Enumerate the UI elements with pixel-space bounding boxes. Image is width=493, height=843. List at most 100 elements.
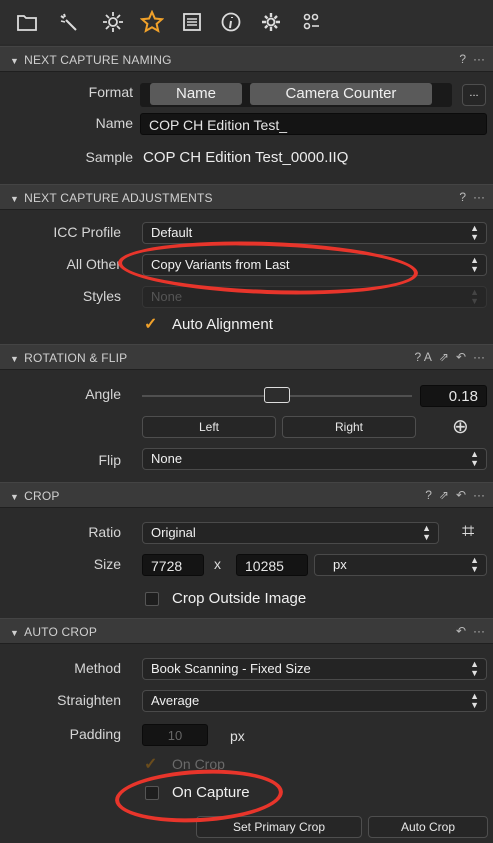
auto-crop-header[interactable]: ▼ AUTO CROP ↶ ··· bbox=[0, 618, 493, 644]
rotate-left-button[interactable]: Left bbox=[142, 416, 276, 438]
more-icon[interactable]: ··· bbox=[473, 190, 485, 204]
section-title: ROTATION & FLIP bbox=[24, 351, 128, 365]
size-label: Size bbox=[93, 556, 121, 572]
crop-height-field[interactable]: 10285 bbox=[236, 554, 308, 576]
styles-label: Styles bbox=[82, 288, 121, 304]
icc-profile-value: Default bbox=[151, 225, 193, 240]
angle-value-field[interactable]: 0.18 bbox=[420, 385, 487, 407]
collapse-triangle-icon[interactable]: ▼ bbox=[10, 354, 19, 364]
sample-label: Sample bbox=[85, 149, 133, 165]
angle-label: Angle bbox=[85, 386, 121, 402]
info-icon[interactable] bbox=[218, 9, 244, 35]
ratio-label: Ratio bbox=[88, 524, 121, 540]
format-token-field[interactable]: Name Camera Counter bbox=[140, 83, 452, 107]
updown-arrows-icon: ▲ ▼ bbox=[470, 287, 479, 306]
on-crop-checkmark-icon[interactable]: ✓ bbox=[144, 754, 157, 774]
flip-select[interactable]: None ▲ ▼ bbox=[142, 448, 487, 470]
help-icon[interactable]: ? bbox=[459, 190, 466, 204]
padding-label: Padding bbox=[69, 726, 121, 742]
next-capture-naming-header[interactable]: ▼ NEXT CAPTURE NAMING ? ··· bbox=[0, 46, 493, 72]
rotate-right-button[interactable]: Right bbox=[282, 416, 416, 438]
format-label: Format bbox=[88, 84, 133, 100]
section-title: NEXT CAPTURE NAMING bbox=[24, 53, 172, 67]
icc-profile-label: ICC Profile bbox=[53, 224, 121, 240]
styles-value: None bbox=[151, 289, 183, 304]
on-capture-checkbox[interactable] bbox=[145, 786, 159, 800]
times-sign: x bbox=[214, 556, 221, 572]
ratio-select[interactable]: Original ▲ ▼ bbox=[142, 522, 439, 544]
next-capture-adjustments-header[interactable]: ▼ NEXT CAPTURE ADJUSTMENTS ? ··· bbox=[0, 184, 493, 210]
updown-arrows-icon: ▲ ▼ bbox=[470, 449, 479, 468]
rotation-flip-header[interactable]: ▼ ROTATION & FLIP ? A ⇗ ↶ ··· bbox=[0, 344, 493, 370]
format-token-name[interactable]: Name bbox=[150, 83, 242, 105]
help-icon[interactable]: ? bbox=[425, 488, 432, 502]
set-primary-crop-button[interactable]: Set Primary Crop bbox=[196, 816, 362, 838]
flip-label: Flip bbox=[98, 452, 121, 468]
list-icon[interactable] bbox=[179, 9, 205, 35]
straighten-label: Straighten bbox=[57, 692, 121, 708]
crop-outside-checkbox[interactable] bbox=[145, 592, 159, 606]
updown-arrows-icon: ▲ ▼ bbox=[470, 255, 479, 274]
straighten-select[interactable]: Average ▲ ▼ bbox=[142, 690, 487, 712]
format-token-camera-counter[interactable]: Camera Counter bbox=[250, 83, 432, 105]
crop-width-field[interactable]: 7728 bbox=[142, 554, 204, 576]
copy-icon[interactable]: ⇗ bbox=[439, 350, 449, 364]
method-value: Book Scanning - Fixed Size bbox=[151, 661, 311, 676]
angle-slider-thumb[interactable] bbox=[264, 387, 290, 403]
updown-arrows-icon: ▲ ▼ bbox=[470, 223, 479, 242]
collapse-triangle-icon[interactable]: ▼ bbox=[10, 56, 19, 66]
auto-crop-button[interactable]: Auto Crop bbox=[368, 816, 488, 838]
ratio-value: Original bbox=[151, 525, 196, 540]
collapse-triangle-icon[interactable]: ▼ bbox=[10, 492, 19, 502]
padding-unit: px bbox=[230, 728, 245, 744]
styles-select: None ▲ ▼ bbox=[142, 286, 487, 308]
section-title: NEXT CAPTURE ADJUSTMENTS bbox=[24, 191, 213, 205]
method-label: Method bbox=[74, 660, 121, 676]
name-label: Name bbox=[95, 115, 133, 131]
crop-unit-select[interactable]: px ▲ ▼ bbox=[314, 554, 487, 576]
crop-panel: Ratio Original ▲ ▼ ⌗ Size 7728 x 10285 px ▲… bbox=[0, 508, 493, 616]
reset-icon[interactable]: ↶ bbox=[456, 488, 466, 502]
tool-tabs-toolbar bbox=[0, 0, 493, 44]
more-icon[interactable]: ··· bbox=[473, 488, 485, 502]
copy-icon[interactable]: ⇗ bbox=[439, 488, 449, 502]
sample-value: COP CH Edition Test_0000.IIQ bbox=[143, 149, 349, 166]
rotation-target-icon[interactable]: ⊕ bbox=[452, 414, 469, 439]
star-icon[interactable] bbox=[139, 9, 165, 35]
gear-icon[interactable] bbox=[258, 9, 284, 35]
updown-arrows-icon: ▲ ▼ bbox=[470, 691, 479, 710]
padding-field[interactable]: 10 bbox=[142, 724, 208, 746]
method-select[interactable]: Book Scanning - Fixed Size ▲ ▼ bbox=[142, 658, 487, 680]
more-icon[interactable]: ··· bbox=[473, 350, 485, 364]
all-other-select[interactable]: Copy Variants from Last ▲ ▼ bbox=[142, 254, 487, 276]
all-other-label: All Other bbox=[66, 256, 121, 272]
updown-arrows-icon: ▲ ▼ bbox=[470, 659, 479, 678]
flip-value: None bbox=[151, 451, 183, 466]
on-crop-label: On Crop bbox=[172, 756, 225, 772]
auto-alignment-label: Auto Alignment bbox=[172, 316, 273, 333]
next-capture-adjustments-panel: ICC Profile Default ▲ ▼ All Other Copy Var… bbox=[0, 210, 493, 342]
icc-profile-select[interactable]: Default ▲ ▼ bbox=[142, 222, 487, 244]
format-more-button[interactable]: ... bbox=[462, 84, 486, 106]
crop-tool-icon[interactable]: ⌗ bbox=[462, 518, 474, 544]
sliders-icon[interactable] bbox=[298, 9, 324, 35]
auto-alignment-checkmark-icon[interactable]: ✓ bbox=[144, 314, 157, 334]
more-icon[interactable]: ··· bbox=[473, 624, 485, 638]
collapse-triangle-icon[interactable]: ▼ bbox=[10, 194, 19, 204]
help-icon[interactable]: ? bbox=[459, 52, 466, 66]
folder-icon[interactable] bbox=[14, 9, 40, 35]
sun-icon[interactable] bbox=[100, 9, 126, 35]
help-auto-icons[interactable]: ? A bbox=[415, 350, 432, 364]
crop-header[interactable]: ▼ CROP ? ⇗ ↶ ··· bbox=[0, 482, 493, 508]
rotation-flip-panel: Angle 0.18 Left Right ⊕ Flip None ▲ ▼ bbox=[0, 370, 493, 480]
collapse-triangle-icon[interactable]: ▼ bbox=[10, 628, 19, 638]
updown-arrows-icon: ▲ ▼ bbox=[470, 555, 479, 574]
crop-unit-value: px bbox=[333, 557, 347, 572]
name-input[interactable]: COP CH Edition Test_ bbox=[140, 113, 487, 135]
more-icon[interactable]: ··· bbox=[473, 52, 485, 66]
wand-icon[interactable] bbox=[56, 9, 82, 35]
section-title: CROP bbox=[24, 489, 60, 503]
reset-icon[interactable]: ↶ bbox=[456, 624, 466, 638]
on-capture-label: On Capture bbox=[172, 784, 250, 801]
reset-icon[interactable]: ↶ bbox=[456, 350, 466, 364]
